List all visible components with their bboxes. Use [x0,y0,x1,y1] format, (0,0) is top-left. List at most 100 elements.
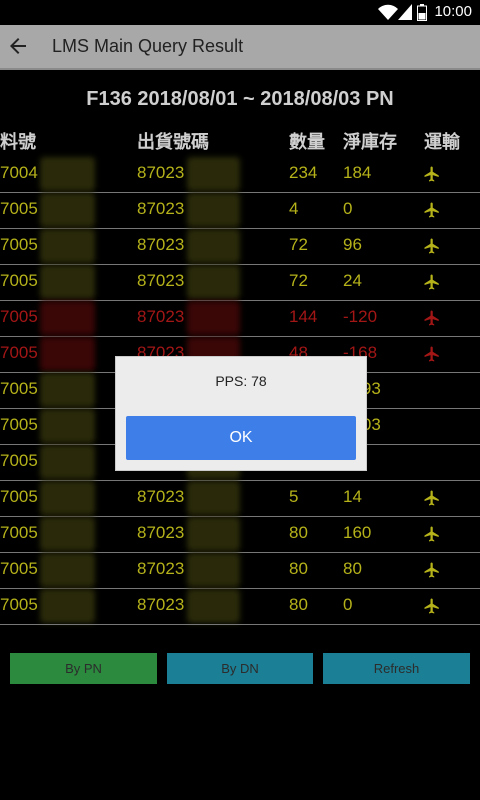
ok-button[interactable]: OK [126,416,356,460]
redacted-region [40,481,95,515]
cell-net-stock: 184 [343,163,372,182]
redacted-region [40,265,95,299]
cell-net-stock: -120 [343,307,378,326]
query-title: F136 2018/08/01 ~ 2018/08/03 PN [86,88,394,110]
cell-delivery-number: 87023 [137,235,185,254]
redacted-region [40,553,95,587]
redacted-region [187,193,240,227]
cell-net-stock: 0 [343,199,353,218]
plane-icon [424,598,439,614]
column-header-part-number: 料號 [0,132,36,153]
redacted-region [187,265,240,299]
cell-delivery-number: 87023 [137,559,185,578]
cell-part-number: 7004 [0,163,38,182]
cell-delivery-number: 87023 [137,523,185,542]
cell-net-stock: 14 [343,487,362,506]
cell-part-number: 7005 [0,235,38,254]
cell-delivery-number: 87023 [137,307,185,326]
cell-part-number: 7005 [0,523,38,542]
cell-net-stock: 96 [343,235,362,254]
redacted-region [40,373,95,407]
table-row[interactable]: 7005 87023 72 24 [0,265,480,301]
cell-delivery-number: 87023 [137,271,185,290]
redacted-region [40,229,95,263]
refresh-button[interactable]: Refresh [323,653,470,684]
status-time: 10:00 [434,3,472,20]
table-row[interactable]: 7005 87023 144 -120 [0,301,480,337]
plane-icon [424,526,439,542]
status-bar: 10:00 [0,0,480,25]
redacted-region [40,301,95,335]
cell-net-stock: 0 [343,595,353,614]
table-row[interactable]: 7005 87023 4 0 [0,193,480,229]
plane-icon [424,238,439,254]
cell-quantity: 72 [289,271,308,290]
cell-part-number: 7005 [0,271,38,290]
table-row[interactable]: 7005 87023 80 80 [0,553,480,589]
cell-quantity: 234 [289,163,318,182]
cell-delivery-number: 87023 [137,595,185,614]
cell-delivery-number: 87023 [137,487,185,506]
cell-quantity: 144 [289,307,318,326]
wifi-icon [378,4,398,20]
redacted-region [40,409,95,443]
cell-part-number: 7005 [0,343,38,362]
redacted-region [187,157,240,191]
cell-part-number: 7005 [0,595,38,614]
cell-part-number: 7005 [0,307,38,326]
row-divider [0,624,480,625]
column-header-quantity: 數量 [289,132,325,153]
cell-quantity: 80 [289,559,308,578]
arrow-left-icon[interactable] [6,34,30,58]
cell-net-stock: 24 [343,271,362,290]
dialog-message: PPS: 78 [215,373,267,389]
table-row[interactable]: 7005 87023 80 0 [0,589,480,625]
plane-icon [424,346,439,362]
cell-quantity: 80 [289,595,308,614]
cell-part-number: 7005 [0,379,38,398]
redacted-region [187,229,240,263]
redacted-region [187,589,240,623]
column-header-delivery-number: 出貨號碼 [137,132,209,153]
pps-dialog: PPS: 78 OK [115,356,367,471]
redacted-region [40,193,95,227]
plane-icon [424,274,439,290]
cell-net-stock: 80 [343,559,362,578]
redacted-region [40,589,95,623]
plane-icon [424,310,439,326]
cell-delivery-number: 87023 [137,199,185,218]
cell-delivery-number: 87023 [137,163,185,182]
redacted-region [187,301,240,335]
plane-icon [424,166,439,182]
redacted-region [187,481,240,515]
cell-part-number: 7005 [0,559,38,578]
cell-quantity: 80 [289,523,308,542]
column-header-transport: 運輸 [424,132,460,153]
app-bar: LMS Main Query Result [0,25,480,70]
table-row[interactable]: 7005 87023 5 14 [0,481,480,517]
signal-icon [398,4,412,20]
plane-icon [424,490,439,506]
cell-quantity: 72 [289,235,308,254]
cell-quantity: 5 [289,487,299,506]
plane-icon [424,562,439,578]
by-pn-button[interactable]: By PN [10,653,157,684]
table-row[interactable]: 7005 87023 72 96 [0,229,480,265]
redacted-region [40,157,95,191]
plane-icon [424,202,439,218]
table-row[interactable]: 7004 87023 234 184 [0,157,480,193]
page-title: LMS Main Query Result [52,36,244,56]
redacted-region [187,553,240,587]
redacted-region [40,445,95,479]
table-row[interactable]: 7005 87023 80 160 [0,517,480,553]
redacted-region [187,517,240,551]
cell-part-number: 7005 [0,199,38,218]
cell-quantity: 4 [289,199,299,218]
cell-part-number: 7005 [0,487,38,506]
redacted-region [40,337,95,371]
battery-icon [417,4,427,21]
cell-part-number: 7005 [0,415,38,434]
by-dn-button[interactable]: By DN [167,653,313,684]
column-header-net-stock: 淨庫存 [343,132,397,153]
cell-net-stock: 160 [343,523,372,542]
